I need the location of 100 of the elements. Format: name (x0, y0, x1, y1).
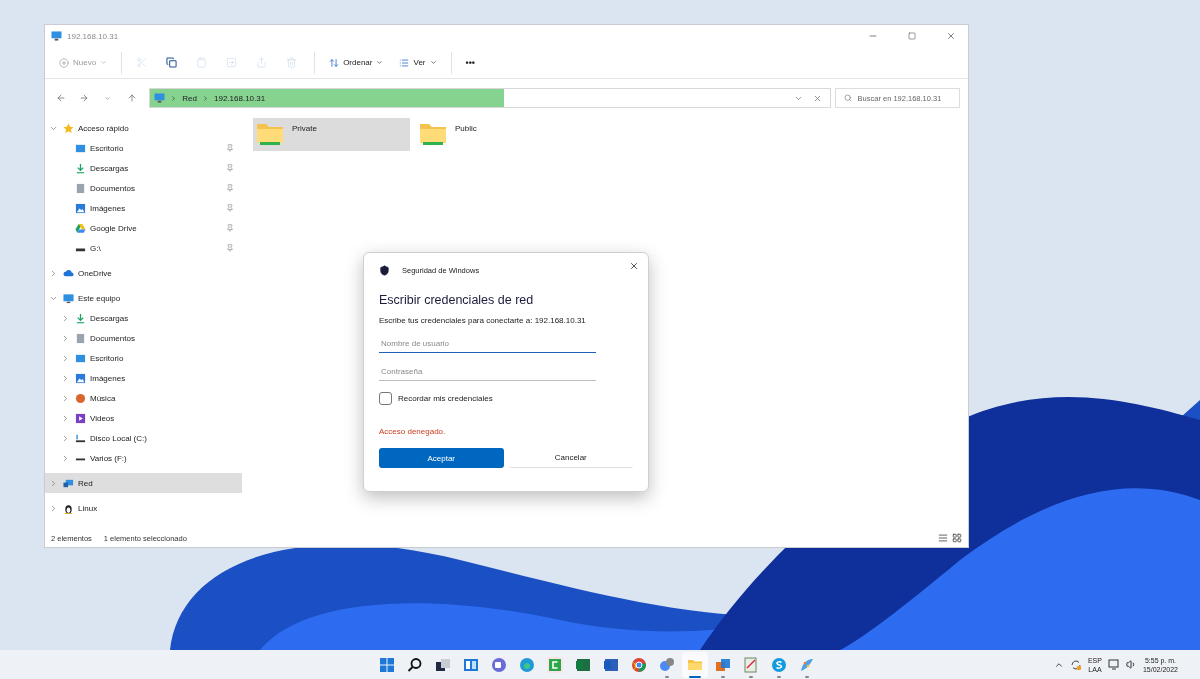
volume-icon[interactable] (1125, 659, 1137, 670)
maximize-icon (908, 32, 916, 40)
chevron-right-icon (202, 94, 209, 102)
image-icon (75, 372, 86, 384)
sidebar-item[interactable]: Música (45, 388, 242, 408)
network-icon (63, 477, 74, 489)
sidebar-item[interactable]: Linux (45, 498, 242, 518)
document-icon (75, 182, 86, 194)
drive-triangle-icon (75, 222, 86, 234)
image-icon (75, 202, 86, 214)
desktop-icon (75, 352, 86, 364)
palette-icon (799, 656, 815, 673)
music-icon (75, 392, 86, 404)
sidebar-item[interactable]: G:\ (45, 238, 242, 258)
dialog-message: Escribe tus credenciales para conectarte a: 192.168.10.31 (379, 316, 587, 325)
toolbar-menu-button[interactable]: Ver (393, 50, 443, 75)
sidebar-item[interactable]: Descargas (45, 308, 242, 328)
details-view-icon[interactable] (938, 533, 948, 543)
caret-icon (429, 59, 437, 66)
monitor-icon (51, 31, 62, 41)
sidebar-item[interactable]: Descargas (45, 158, 242, 178)
breadcrumb[interactable]: Red (182, 93, 197, 103)
desktop-icon (75, 142, 86, 154)
sidebar-item[interactable]: Videos (45, 408, 242, 428)
overlapping-squares-icon (715, 656, 731, 673)
folder-item[interactable]: Private (253, 118, 410, 151)
sidebar-item[interactable]: Acceso rápido (45, 118, 242, 138)
search-icon (407, 656, 423, 673)
running-indicator (689, 675, 701, 678)
sidebar-item[interactable]: Documentos (45, 178, 242, 198)
chevron-right-icon (170, 94, 178, 102)
s-circle-icon (771, 656, 787, 673)
sidebar-item[interactable]: OneDrive (45, 263, 242, 283)
sidebar-item[interactable]: Imágenes (45, 368, 242, 388)
arrow-right-icon (79, 93, 90, 103)
paint-page-icon (743, 656, 759, 673)
checkbox-label: Recordar mis credenciales (398, 394, 493, 403)
folder-item[interactable]: Public (416, 118, 573, 151)
monitor-icon (154, 93, 166, 103)
plus-circle-icon (59, 57, 69, 68)
sort-arrows-icon (329, 57, 340, 68)
sync-icon[interactable] (1069, 658, 1082, 671)
address-bar[interactable]: Red 192.168.10.31 (149, 88, 831, 108)
chevron-down-icon (104, 94, 112, 102)
list-icon (399, 57, 410, 68)
search-icon (843, 94, 852, 102)
chat-icon (491, 656, 507, 673)
running-indicator (777, 675, 781, 678)
more-button[interactable]: ••• (459, 50, 486, 75)
clear-icon[interactable] (812, 93, 822, 103)
network-folder-icon (419, 121, 447, 147)
windows-logo-icon (379, 656, 395, 673)
caret-icon (100, 59, 108, 66)
download-icon (75, 312, 86, 324)
monitor-icon (63, 292, 74, 304)
penguin-icon (63, 502, 74, 514)
shield-icon (379, 264, 390, 276)
running-indicator (721, 675, 725, 678)
network-icon[interactable] (1107, 658, 1120, 671)
caret-icon (376, 59, 384, 66)
sidebar-item[interactable]: Escritorio (45, 348, 242, 368)
hard-disk-icon (75, 432, 86, 444)
window-title: 192.168.10.31 (67, 31, 120, 41)
network-folder-icon (256, 121, 284, 147)
video-icon (75, 412, 86, 424)
menu-label: Ordenar (343, 58, 373, 67)
sidebar-item[interactable]: Red (45, 473, 242, 493)
sidebar-item[interactable]: Varios (F:) (45, 448, 242, 468)
sidebar-item[interactable]: Disco Local (C:) (45, 428, 242, 448)
close-button[interactable] (629, 261, 639, 271)
primary-button[interactable]: Aceptar (379, 448, 504, 468)
running-indicator (805, 675, 809, 678)
cloud-icon (63, 267, 74, 279)
sidebar-item[interactable]: Google Drive (45, 218, 242, 238)
menu-label: Nuevo (73, 58, 97, 67)
sidebar-item[interactable]: Documentos (45, 328, 242, 348)
dialog-title: Escribir credenciales de red (379, 293, 535, 307)
tiles-view-icon[interactable] (952, 533, 962, 543)
task-view-icon (435, 656, 451, 673)
arrow-up-icon (126, 93, 137, 103)
sidebar-item[interactable]: Este equipo (45, 288, 242, 308)
running-indicator (665, 675, 669, 678)
chrome-circle-icon (631, 656, 647, 673)
sidebar-item[interactable]: Imágenes (45, 198, 242, 218)
widgets-icon (463, 656, 479, 673)
document-icon (75, 332, 86, 344)
sidebar-item[interactable]: Escritorio (45, 138, 242, 158)
word-document-icon (603, 656, 619, 673)
breadcrumb[interactable]: 192.168.10.31 (214, 93, 266, 103)
close-icon (946, 31, 956, 41)
download-icon (75, 162, 86, 174)
star-icon (63, 122, 74, 134)
letter-c-app-icon (547, 656, 563, 673)
toolbar-menu-button[interactable]: Ordenar (323, 50, 390, 75)
checkbox[interactable] (379, 392, 392, 405)
close-icon (629, 261, 639, 271)
spreadsheet-icon (575, 656, 591, 673)
running-indicator (749, 675, 753, 678)
error-message: Acceso denegado. (379, 427, 447, 436)
arrow-left-icon (55, 93, 66, 103)
